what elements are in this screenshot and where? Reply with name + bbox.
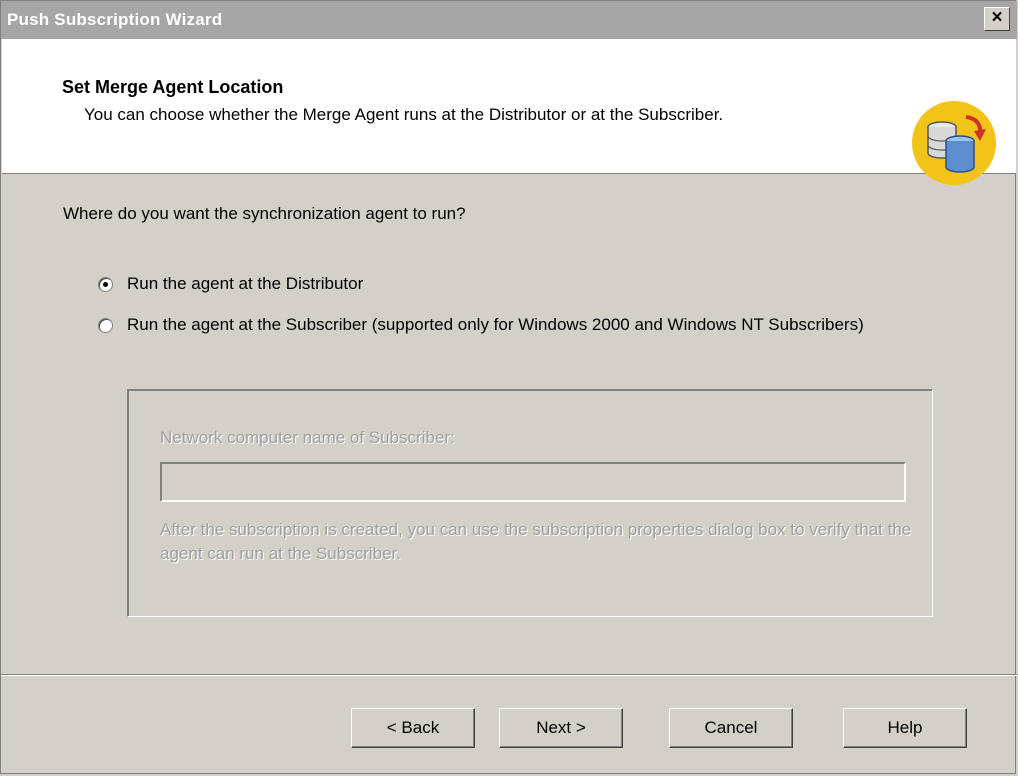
subscriber-name-input[interactable] <box>160 462 906 502</box>
subscriber-name-label: Network computer name of Subscriber: <box>160 428 455 447</box>
close-icon: × <box>991 7 1003 28</box>
back-button[interactable]: < Back <box>351 708 475 748</box>
wizard-body: Where do you want the synchronization ag… <box>1 174 1017 674</box>
close-button[interactable]: × <box>984 7 1010 31</box>
question-label: Where do you want the synchronization ag… <box>63 204 466 223</box>
option-label-distributor: Run the agent at the Distributor <box>127 274 364 293</box>
button-separator <box>1 674 1017 676</box>
wizard-window: Push Subscription Wizard × Set Merge Age… <box>0 0 1017 774</box>
page-title: Set Merge Agent Location <box>62 77 284 97</box>
wizard-header: Set Merge Agent Location You can choose … <box>2 39 1016 185</box>
page-description: You can choose whether the Merge Agent r… <box>84 105 724 124</box>
option-run-at-subscriber[interactable]: Run the agent at the Subscriber (support… <box>98 314 938 336</box>
window-title: Push Subscription Wizard <box>7 10 223 29</box>
title-bar[interactable]: Push Subscription Wizard × <box>1 1 1017 39</box>
option-run-at-distributor[interactable]: Run the agent at the Distributor <box>98 273 363 295</box>
subscriber-note: After the subscription is created, you c… <box>160 520 912 563</box>
radio-subscriber[interactable] <box>98 318 113 333</box>
help-button[interactable]: Help <box>843 708 967 748</box>
database-sync-icon <box>912 101 996 185</box>
radio-distributor[interactable] <box>98 277 113 292</box>
subscriber-group-box: Network computer name of Subscriber: Aft… <box>127 389 933 617</box>
cancel-button[interactable]: Cancel <box>669 708 793 748</box>
next-button[interactable]: Next > <box>499 708 623 748</box>
option-label-subscriber: Run the agent at the Subscriber (support… <box>127 315 864 334</box>
